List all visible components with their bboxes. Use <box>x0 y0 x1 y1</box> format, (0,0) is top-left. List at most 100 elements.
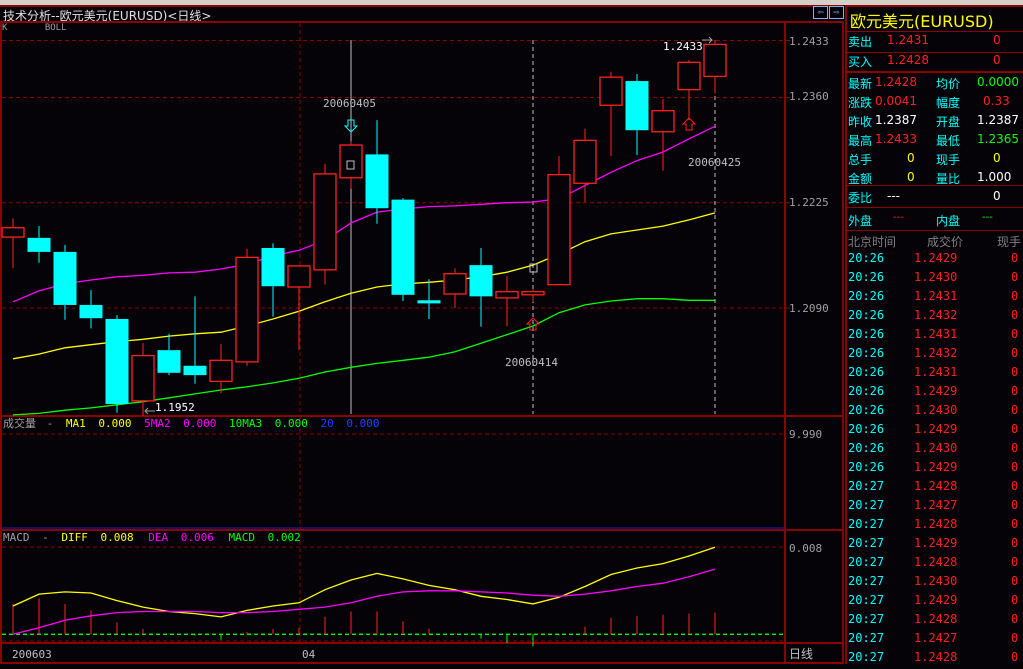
tick-volume: 0 <box>1011 612 1019 626</box>
quote-field-value: 1.2387 <box>875 113 917 127</box>
tick-row: 20:27 1.2428 0 <box>847 650 1023 669</box>
tick-price: 1.2430 <box>914 270 958 284</box>
macd-axis-label: 0.008 <box>789 542 822 555</box>
ma2-label: 5MA2 <box>144 417 171 430</box>
ma2-value: 0.000 <box>183 417 216 430</box>
quote-field-label: 现手 <box>936 153 961 167</box>
tick-row: 20:27 1.2427 0 <box>847 498 1023 517</box>
quote-field-value: 0.0000 <box>977 75 1019 89</box>
tick-time: 20:26 <box>848 270 885 284</box>
tick-time: 20:26 <box>848 384 885 398</box>
tick-price: 1.2431 <box>914 327 958 341</box>
ticks-header-price: 成交价 <box>927 235 964 249</box>
weibi-diff: 0 <box>993 189 1001 203</box>
candle <box>209 343 233 394</box>
candle <box>443 268 467 309</box>
tick-time: 20:27 <box>848 631 885 645</box>
tick-price: 1.2430 <box>914 403 958 417</box>
arrow-left-icon <box>144 407 155 415</box>
quote-field-label: 幅度 <box>936 96 961 110</box>
candle <box>547 155 571 286</box>
price-tick: 1.2433 <box>789 35 829 48</box>
tick-volume: 0 <box>1011 555 1019 569</box>
tick-price: 1.2428 <box>914 479 958 493</box>
candle-body <box>183 365 207 376</box>
tick-row: 20:27 1.2429 0 <box>847 593 1023 612</box>
candle <box>79 290 103 329</box>
tick-row: 20:26 1.2430 0 <box>847 441 1023 460</box>
tick-time: 20:27 <box>848 650 885 664</box>
tick-volume: 0 <box>1011 536 1019 550</box>
price-tick: 1.2360 <box>789 90 829 103</box>
tick-row: 20:27 1.2429 0 <box>847 536 1023 555</box>
tick-time: 20:27 <box>848 574 885 588</box>
tick-volume: 0 <box>1011 365 1019 379</box>
diff-line <box>12 546 716 618</box>
quote-field-label: 均价 <box>936 77 961 91</box>
quote-field-value: 0 <box>993 151 1001 165</box>
quote-field-value: 0.33 <box>983 94 1010 108</box>
candle-body <box>573 139 597 184</box>
tick-row: 20:26 1.2429 0 <box>847 460 1023 479</box>
diff-label: DIFF <box>61 531 88 544</box>
tick-row: 20:27 1.2428 0 <box>847 612 1023 631</box>
candle <box>469 247 493 327</box>
tick-price: 1.2429 <box>914 384 958 398</box>
inner-value: --- <box>982 212 993 223</box>
tick-time: 20:27 <box>848 517 885 531</box>
ticks-header-time: 北京时间 <box>848 235 897 249</box>
tick-row: 20:26 1.2431 0 <box>847 327 1023 346</box>
tick-price: 1.2428 <box>914 612 958 626</box>
sell-price: 1.2431 <box>887 33 929 47</box>
tick-time: 20:27 <box>848 555 885 569</box>
tick-time: 20:26 <box>848 422 885 436</box>
candle-body <box>391 199 415 295</box>
tick-row: 20:26 1.2430 0 <box>847 270 1023 289</box>
candle <box>625 74 649 156</box>
tick-row: 20:27 1.2428 0 <box>847 479 1023 498</box>
tick-volume: 0 <box>1011 479 1019 493</box>
candle-body <box>313 173 337 271</box>
tick-time: 20:26 <box>848 346 885 360</box>
candle-body <box>599 76 623 106</box>
tick-price: 1.2429 <box>914 422 958 436</box>
tick-row: 20:27 1.2428 0 <box>847 555 1023 574</box>
ma1-label: MA1 <box>66 417 86 430</box>
quote-field-value: 0 <box>907 151 915 165</box>
price-chart[interactable]: 1.2433 1.2360 1.2225 1.2090 9.990 0.008 … <box>0 0 845 664</box>
tick-time: 20:26 <box>848 441 885 455</box>
weibi-label: 委比 <box>848 191 873 205</box>
candle <box>573 128 597 202</box>
quote-field-value: 0.0041 <box>875 94 917 108</box>
tick-time: 20:27 <box>848 536 885 550</box>
tick-volume: 0 <box>1011 593 1019 607</box>
quote-field-label: 涨跌 <box>848 96 873 110</box>
quote-field-label: 最低 <box>936 134 961 148</box>
outer-label: 外盘 <box>848 214 873 228</box>
period-label[interactable]: 日线 <box>789 647 813 661</box>
candle <box>183 296 207 384</box>
candle <box>105 315 129 413</box>
tick-row: 20:26 1.2432 0 <box>847 346 1023 365</box>
tick-time: 20:26 <box>848 289 885 303</box>
tick-row: 20:26 1.2429 0 <box>847 251 1023 270</box>
candle <box>703 40 727 94</box>
tick-volume: 0 <box>1011 498 1019 512</box>
quote-field-label: 最高 <box>848 134 873 148</box>
ticks-header-volume: 现手 <box>997 235 1022 249</box>
quote-panel: 欧元美元(EURUSD) 卖出 1.2431 0 买入 1.2428 0 最新 … <box>845 5 1023 664</box>
quote-field-value: 0 <box>907 170 915 184</box>
tick-volume: 0 <box>1011 384 1019 398</box>
tick-volume: 0 <box>1011 631 1019 645</box>
sell-volume: 0 <box>993 33 1001 47</box>
legend-dash: - <box>42 531 49 544</box>
candle-body <box>443 273 467 295</box>
candle-body <box>677 61 701 91</box>
ma4-label: 20 <box>321 417 334 430</box>
tick-price: 1.2427 <box>914 631 958 645</box>
dea-value: 0.006 <box>181 531 214 544</box>
tick-volume: 0 <box>1011 308 1019 322</box>
candle <box>27 226 51 263</box>
candle-body <box>1 227 25 238</box>
candle-body <box>651 110 675 133</box>
